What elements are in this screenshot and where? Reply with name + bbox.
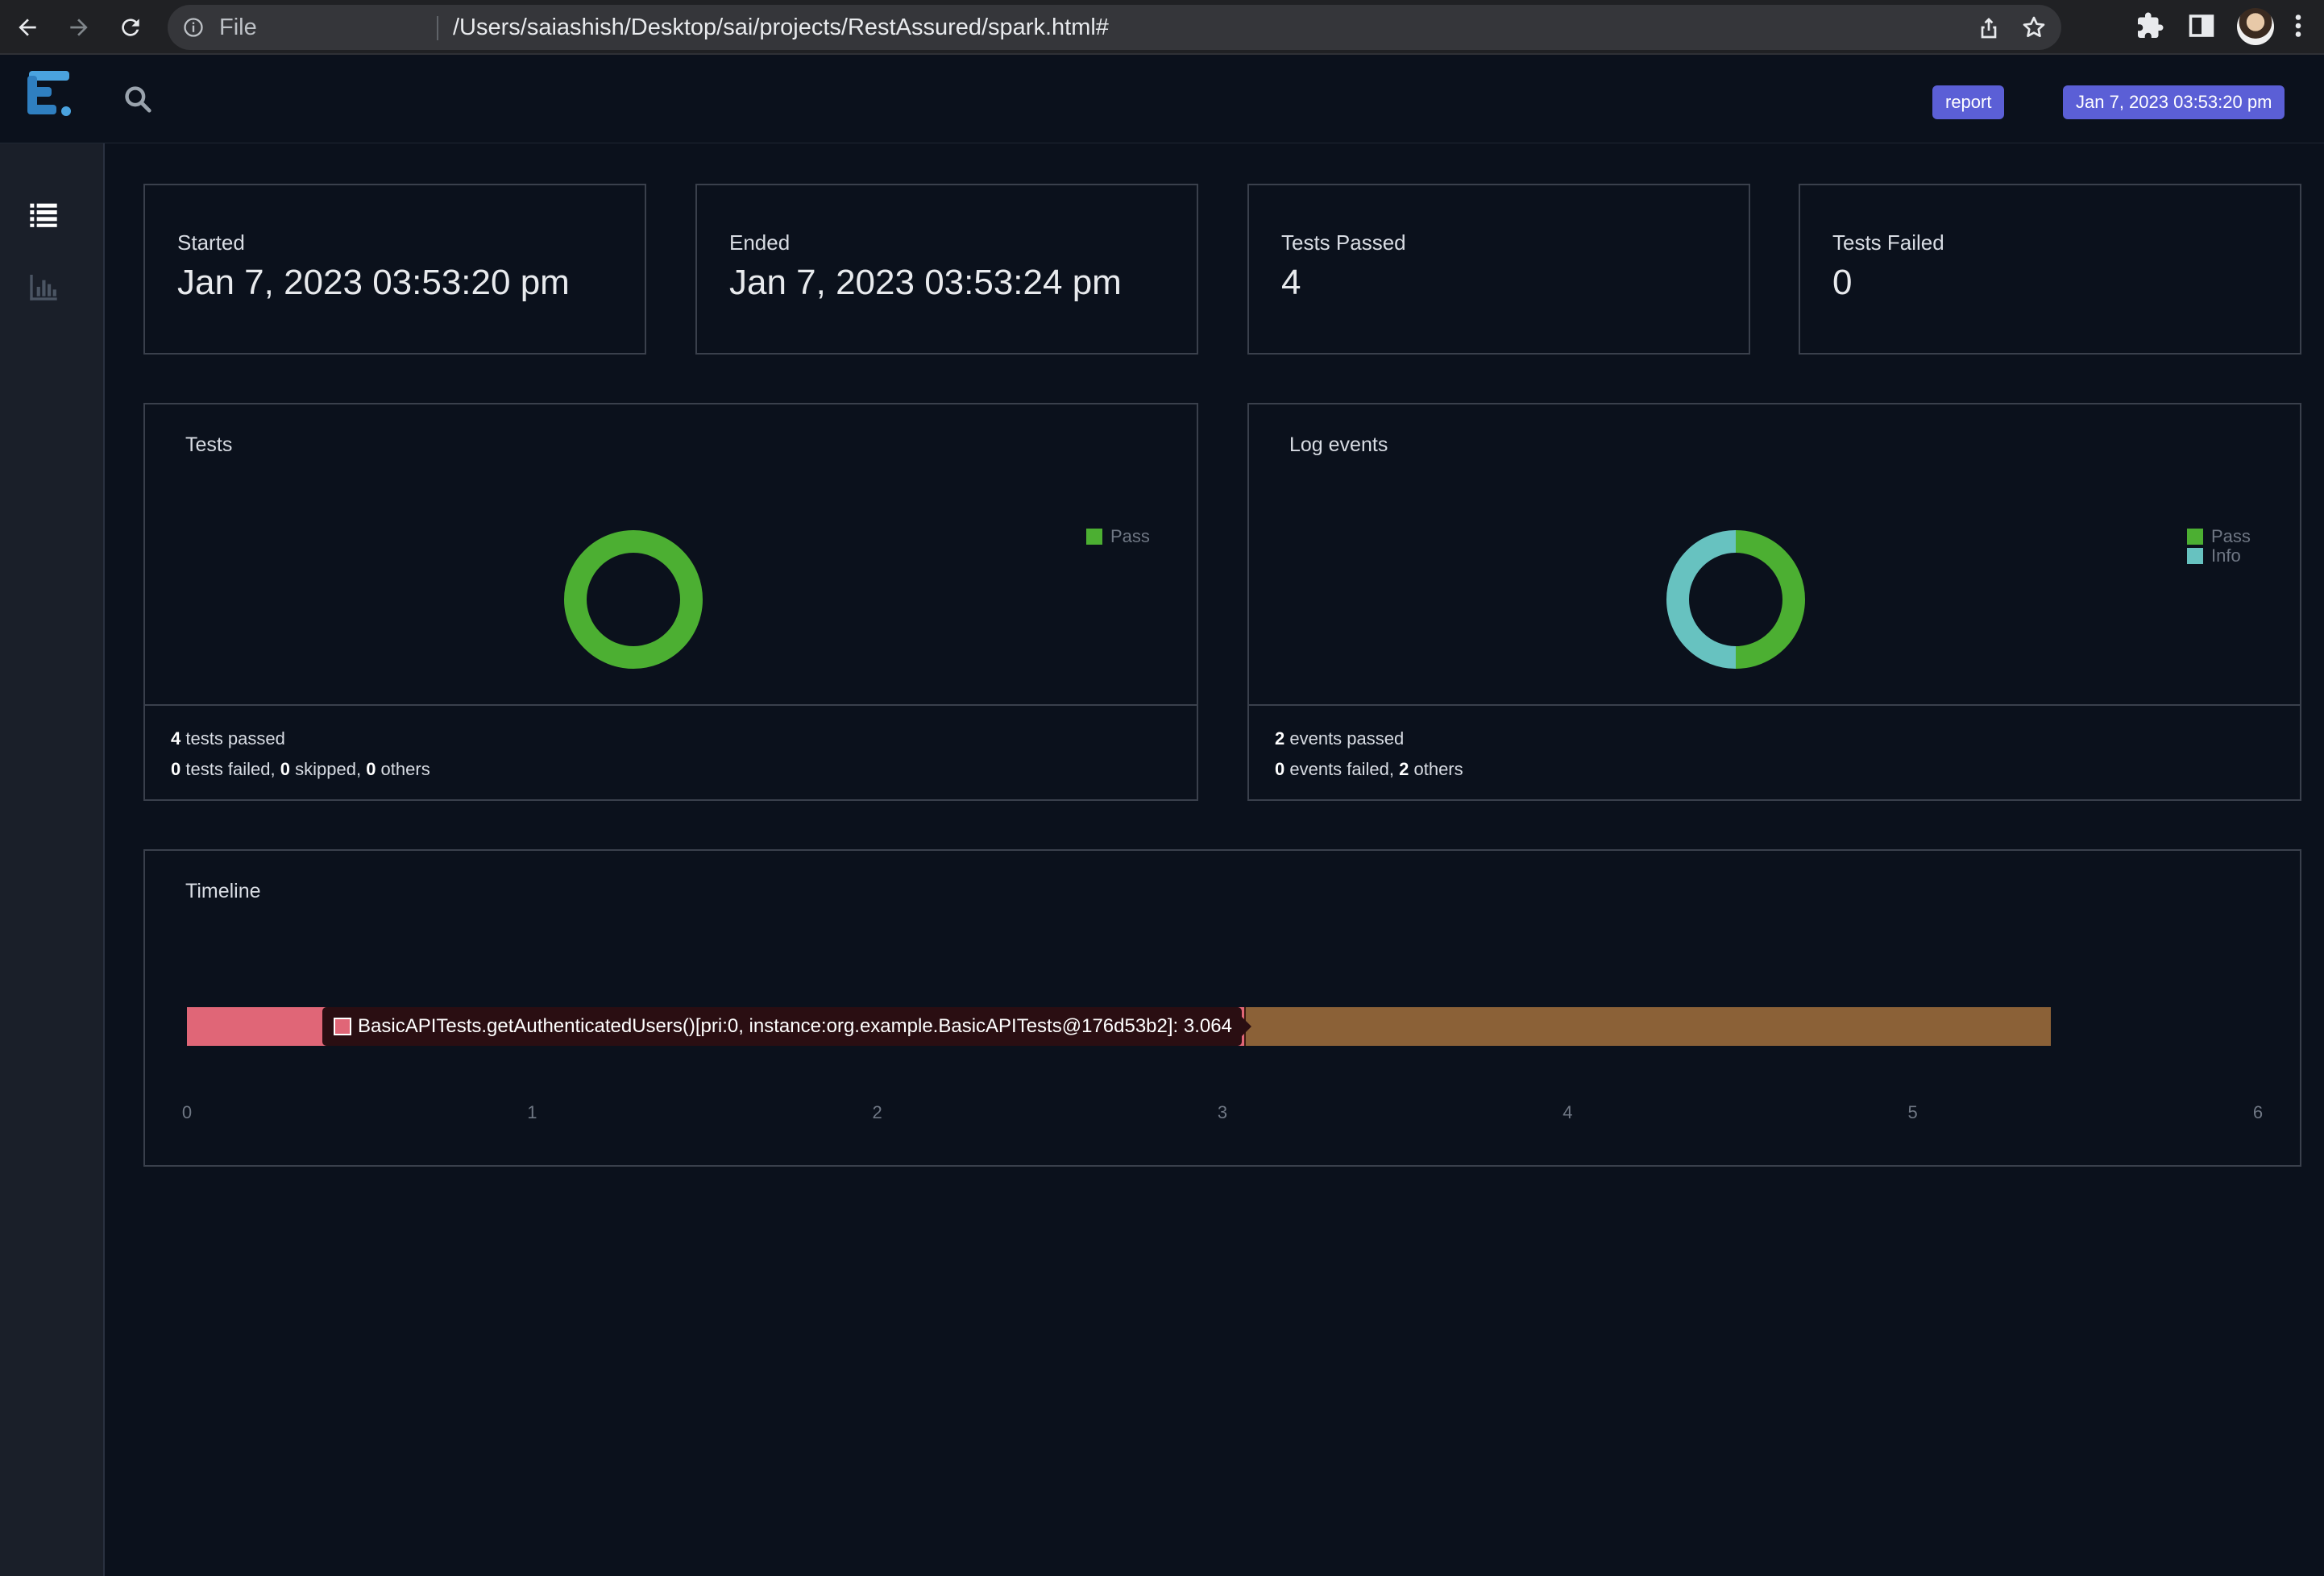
- ended-label: Ended: [729, 230, 791, 255]
- timeline-bar-1[interactable]: [1244, 1007, 2051, 1046]
- back-arrow-icon: [19, 19, 36, 36]
- log-donut-chart: [1666, 530, 1805, 669]
- started-label: Started: [177, 230, 245, 255]
- tests-donut-chart: [564, 530, 703, 669]
- url-text[interactable]: /Users/saiashish/Desktop/sai/projects/Re…: [453, 15, 1109, 41]
- tests-failed-value: 0: [1832, 263, 1853, 302]
- tests-others-text: others: [376, 759, 430, 779]
- tests-passed-count: 4: [171, 728, 181, 749]
- timeline-tick-label: 6: [2252, 1102, 2264, 1122]
- tests-passed-label: Tests Passed: [1281, 230, 1406, 255]
- events-passed-summary: 2 events passed: [1275, 728, 1404, 749]
- extensions-puzzle-icon[interactable]: [2135, 11, 2164, 40]
- test-list-icon[interactable]: [27, 198, 60, 230]
- extent-logo-icon: [27, 71, 71, 116]
- events-failed-count: 0: [1275, 759, 1285, 779]
- log-events-panel: Log events Pass Info 2 events passed 0 e…: [1247, 403, 2301, 801]
- timeline-tick-label: 5: [1907, 1102, 1918, 1122]
- browser-toolbar: File /Users/saiashish/Desktop/sai/projec…: [0, 0, 2324, 55]
- timeline-tick-label: 1: [527, 1102, 537, 1122]
- back-button[interactable]: [8, 8, 47, 47]
- timeline-tick-label: 0: [181, 1102, 193, 1122]
- events-passed-text: events passed: [1284, 728, 1405, 749]
- tests-failed-card: Tests Failed 0: [1799, 184, 2301, 355]
- dashboard-chart-icon[interactable]: [27, 271, 60, 303]
- tests-panel: Tests Pass 4 tests passed 0 tests failed…: [143, 403, 1198, 801]
- profile-avatar[interactable]: [2237, 8, 2274, 45]
- tests-other-summary: 0 tests failed, 0 skipped, 0 others: [171, 759, 430, 780]
- tests-slice-pass[interactable]: [564, 530, 703, 669]
- forward-button[interactable]: [60, 8, 98, 47]
- side-panel-icon[interactable]: [2187, 11, 2216, 40]
- tests-failed-count: 0: [171, 759, 181, 779]
- tests-skipped-text: skipped,: [290, 759, 367, 779]
- tests-passed-card: Tests Passed 4: [1247, 184, 1750, 355]
- log-legend-item-pass[interactable]: Pass: [2187, 526, 2251, 546]
- tests-legend: Pass: [1086, 526, 1150, 546]
- started-value: Jan 7, 2023 03:53:20 pm: [177, 263, 570, 302]
- more-menu-icon[interactable]: [2287, 11, 2309, 40]
- log-legend-item-info[interactable]: Info: [2187, 545, 2251, 566]
- date-badge: Jan 7, 2023 03:53:20 pm: [2063, 85, 2285, 119]
- panel-divider: [1249, 704, 2300, 706]
- events-others-count: 2: [1399, 759, 1409, 779]
- reload-icon: [122, 19, 139, 36]
- tests-panel-title: Tests: [185, 433, 233, 456]
- tooltip-text: BasicAPITests.getAuthenticatedUsers()[pr…: [358, 1015, 1232, 1037]
- timeline-title: Timeline: [185, 880, 261, 902]
- forward-arrow-icon: [70, 19, 88, 36]
- ended-value: Jan 7, 2023 03:53:24 pm: [729, 263, 1122, 302]
- tests-passed-value: 4: [1281, 263, 1301, 302]
- share-icon[interactable]: [1976, 15, 2002, 40]
- legend-swatch: [2187, 529, 2203, 545]
- search-icon[interactable]: [122, 84, 153, 114]
- started-card: Started Jan 7, 2023 03:53:20 pm: [143, 184, 646, 355]
- log-slice-pass[interactable]: [1735, 530, 1805, 669]
- tests-failed-label: Tests Failed: [1832, 230, 1944, 255]
- scheme-label: File: [219, 15, 257, 40]
- timeline-tick-label: 3: [1217, 1102, 1228, 1122]
- legend-label: Pass: [2211, 526, 2251, 546]
- report-header: report Jan 7, 2023 03:53:20 pm: [0, 56, 2324, 143]
- legend-label: Pass: [1110, 526, 1150, 546]
- timeline-panel: Timeline 0 1 2 3 4 5 6 BasicAPITests.getAuthen…: [143, 849, 2301, 1167]
- tests-passed-text: tests passed: [181, 728, 285, 749]
- report-badge: report: [1932, 85, 2005, 119]
- log-slice-info[interactable]: [1666, 530, 1737, 669]
- panel-divider: [145, 704, 1197, 706]
- tests-skipped-count: 0: [280, 759, 291, 779]
- timeline-tooltip: BasicAPITests.getAuthenticatedUsers()[pr…: [322, 1007, 1251, 1046]
- log-legend: Pass Info: [2187, 526, 2251, 566]
- sidebar: [0, 143, 105, 1576]
- events-other-summary: 0 events failed, 2 others: [1275, 759, 1463, 780]
- tests-legend-item[interactable]: Pass: [1086, 526, 1150, 546]
- omnibox-divider: [437, 16, 438, 40]
- tests-others-count: 0: [366, 759, 376, 779]
- timeline-tick-label: 4: [1562, 1102, 1573, 1122]
- events-others-text: others: [1409, 759, 1463, 779]
- ended-card: Ended Jan 7, 2023 03:53:24 pm: [695, 184, 1198, 355]
- timeline-tick-label: 2: [872, 1102, 882, 1122]
- tests-passed-summary: 4 tests passed: [171, 728, 285, 749]
- events-passed-count: 2: [1275, 728, 1285, 749]
- legend-swatch: [2187, 548, 2203, 564]
- legend-label: Info: [2211, 545, 2241, 566]
- info-icon[interactable]: [182, 16, 205, 39]
- legend-swatch: [1086, 529, 1102, 545]
- events-failed-text: events failed,: [1284, 759, 1400, 779]
- log-panel-title: Log events: [1289, 433, 1388, 456]
- reload-button[interactable]: [111, 8, 150, 47]
- tests-failed-text: tests failed,: [181, 759, 280, 779]
- tooltip-swatch: [334, 1018, 351, 1035]
- address-bar[interactable]: File /Users/saiashish/Desktop/sai/projec…: [168, 5, 2061, 50]
- bookmark-star-icon[interactable]: [2021, 15, 2047, 40]
